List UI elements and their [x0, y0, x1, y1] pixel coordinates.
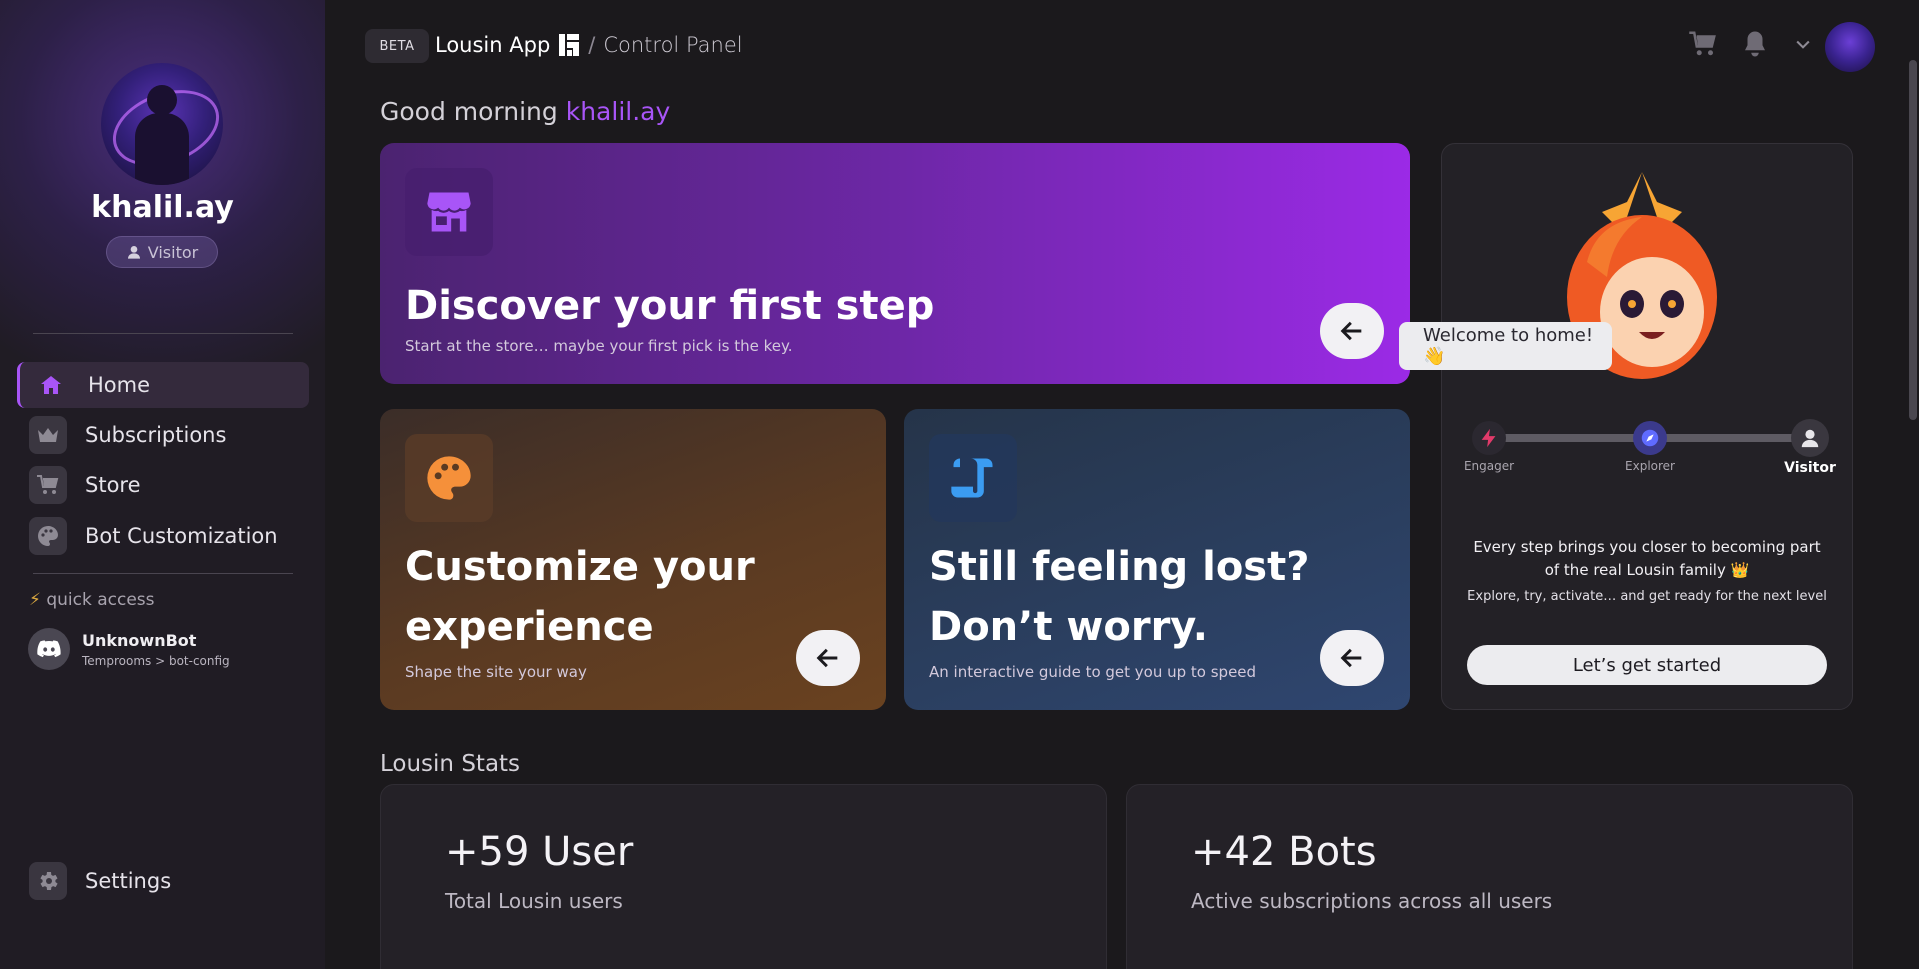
avatar[interactable] — [1825, 22, 1875, 72]
role-badge: Visitor — [106, 236, 218, 268]
palette-icon — [405, 434, 493, 522]
breadcrumb-separator: / — [588, 33, 596, 57]
step-engager-icon — [1472, 421, 1506, 455]
guide-arrow-button[interactable] — [1320, 630, 1384, 686]
sidebar-item-home[interactable]: Home — [17, 362, 309, 408]
discover-arrow-button[interactable] — [1320, 303, 1384, 359]
scroll-icon — [929, 434, 1017, 522]
sidebar-item-bot-customization[interactable]: Bot Customization — [17, 513, 309, 559]
quick-access-path: Temprooms > bot-config — [82, 653, 230, 668]
breadcrumb-app[interactable]: Lousin App — [435, 33, 550, 57]
greeting-text: Good morning — [380, 97, 558, 126]
guide-card-subtitle: An interactive guide to get you up to sp… — [929, 663, 1257, 681]
welcome-bubble: Welcome to home! 👋 — [1399, 322, 1612, 370]
step-explorer-icon — [1633, 421, 1667, 455]
crown-icon — [29, 416, 67, 454]
gear-icon — [29, 862, 67, 900]
sidebar-item-label: Subscriptions — [85, 423, 227, 447]
panel-message: Every step brings you closer to becoming… — [1473, 538, 1821, 579]
profile-avatar[interactable] — [101, 63, 223, 185]
scrollbar[interactable] — [1909, 60, 1917, 420]
greeting-username: khalil.ay — [565, 97, 671, 126]
step-visitor-label: Visitor — [1784, 460, 1836, 476]
customize-card[interactable]: Customize your experience Shape the site… — [380, 409, 886, 710]
sidebar-item-label: Bot Customization — [85, 524, 278, 548]
beta-badge: BETA — [365, 29, 429, 63]
step-explorer-label: Explorer — [1625, 459, 1675, 473]
users-stat-value: +59 User — [445, 829, 634, 875]
chevron-down-icon[interactable] — [1785, 26, 1821, 62]
step-visitor-icon — [1791, 419, 1829, 457]
lightning-icon: ⚡ — [29, 590, 41, 610]
bell-icon[interactable] — [1737, 26, 1773, 62]
bots-stat-card: +42 Bots Active subscriptions across all… — [1126, 784, 1853, 969]
home-icon — [32, 366, 70, 404]
quick-access-heading: ⚡ quick access — [29, 590, 155, 610]
guide-card-title: Still feeling lost? Don’t worry. — [929, 544, 1310, 650]
discord-icon — [28, 628, 70, 670]
bots-stat-value: +42 Bots — [1191, 829, 1377, 875]
discover-card[interactable]: Discover your first step Start at the st… — [380, 143, 1410, 384]
sidebar-divider — [33, 333, 293, 334]
stats-heading: Lousin Stats — [380, 751, 521, 777]
sidebar-item-label: Settings — [85, 869, 172, 893]
customize-card-subtitle: Shape the site your way — [405, 663, 587, 681]
cart-icon[interactable] — [1685, 26, 1721, 62]
bots-stat-label: Active subscriptions across all users — [1191, 889, 1553, 913]
panel-submessage: Explore, try, activate… and get ready fo… — [1467, 589, 1827, 604]
sidebar-item-label: Home — [88, 373, 151, 397]
profile-username: khalil.ay — [91, 190, 234, 225]
lousin-logo-icon — [558, 33, 580, 57]
users-stat-label: Total Lousin users — [445, 889, 623, 913]
sidebar-item-label: Store — [85, 473, 141, 497]
cart-icon — [29, 466, 67, 504]
quick-access-name: UnknownBot — [82, 630, 197, 650]
get-started-button[interactable]: Let’s get started — [1467, 645, 1827, 685]
discover-card-title: Discover your first step — [405, 283, 935, 329]
sidebar: khalil.ay Visitor Home Subscriptions Sto… — [0, 0, 325, 969]
breadcrumb: Lousin App / Control Panel — [435, 33, 743, 57]
discover-card-subtitle: Start at the store… maybe your first pic… — [405, 337, 793, 355]
arrow-left-icon — [1340, 321, 1362, 341]
store-icon — [405, 168, 493, 256]
role-label: Visitor — [147, 242, 199, 262]
arrow-left-icon — [816, 648, 838, 668]
user-icon — [127, 246, 140, 259]
palette-icon — [29, 517, 67, 555]
greeting: Good morning khalil.ay — [380, 97, 670, 126]
sidebar-item-subscriptions[interactable]: Subscriptions — [17, 412, 309, 458]
quick-access-item[interactable]: UnknownBot Temprooms > bot-config — [28, 628, 230, 670]
step-engager-label: Engager — [1463, 459, 1515, 473]
breadcrumb-page: Control Panel — [603, 33, 743, 57]
users-stat-card: +59 User Total Lousin users — [380, 784, 1107, 969]
customize-arrow-button[interactable] — [796, 630, 860, 686]
sidebar-item-store[interactable]: Store — [17, 462, 309, 508]
customize-card-title: Customize your experience — [405, 544, 755, 650]
sidebar-item-settings[interactable]: Settings — [17, 858, 309, 904]
arrow-left-icon — [1340, 648, 1362, 668]
guide-card[interactable]: Still feeling lost? Don’t worry. An inte… — [904, 409, 1410, 710]
sidebar-divider — [33, 573, 293, 574]
